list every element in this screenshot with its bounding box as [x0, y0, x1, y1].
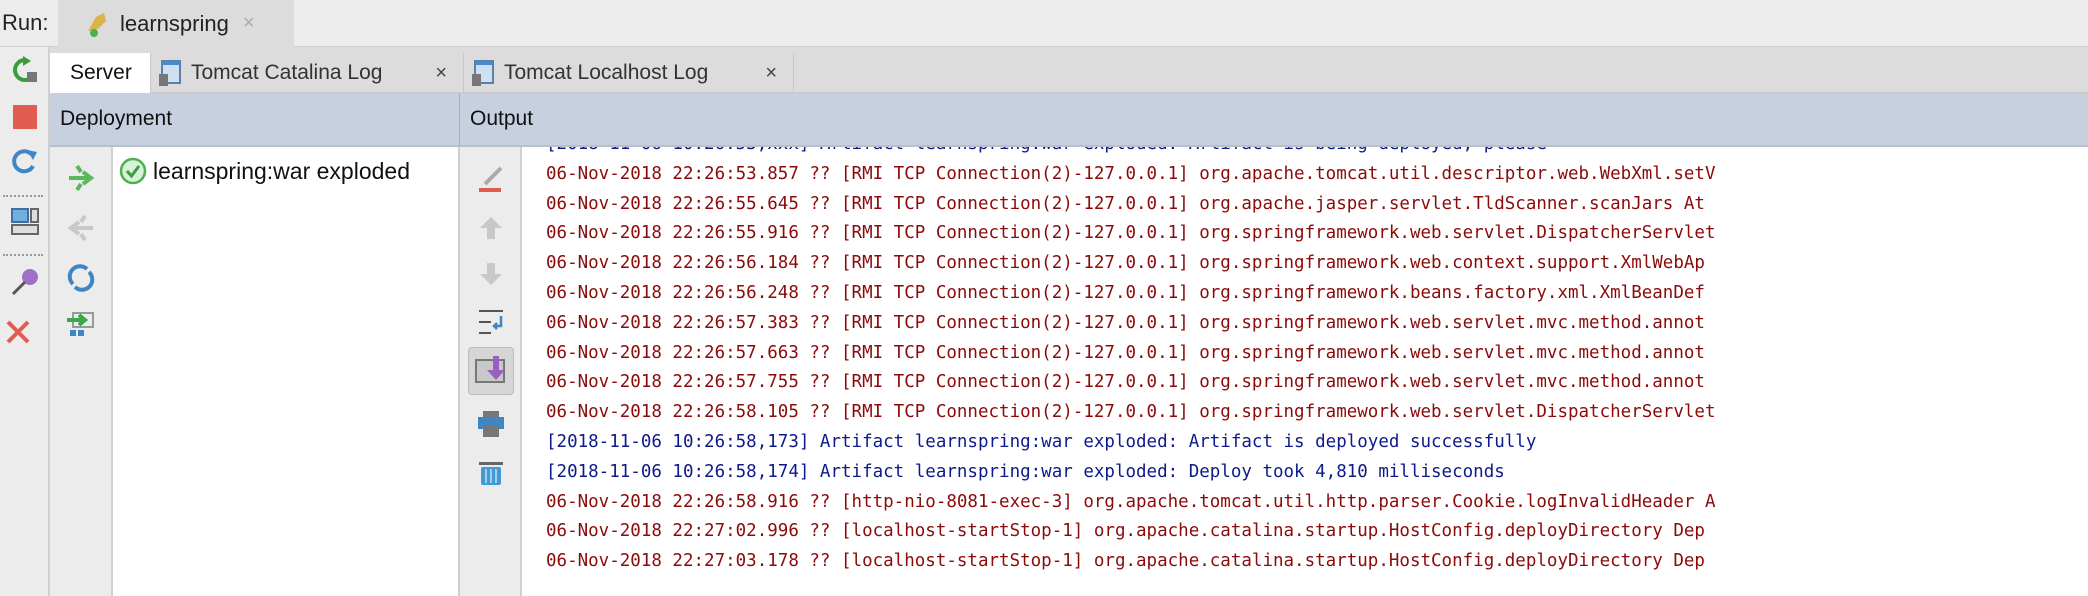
log-line: 06-Nov-2018 22:26:55.645 ?? [RMI TCP Con… [546, 193, 1705, 214]
log-line: [2018-11-06 10:26:58,174] Artifact learn… [546, 461, 1505, 482]
divider [3, 254, 43, 256]
down-arrow-icon [476, 259, 506, 289]
server-tabs: Server Tomcat Catalina Log × Tomcat Local… [50, 47, 2088, 93]
pin-icon[interactable] [10, 267, 40, 297]
update-icon[interactable] [10, 147, 40, 177]
run-label: Run: [2, 10, 49, 35]
rerun-icon[interactable] [10, 55, 40, 85]
scroll-to-end-button[interactable] [468, 347, 514, 395]
log-line: 06-Nov-2018 22:26:53.857 ?? [RMI TCP Con… [546, 163, 1716, 184]
close-icon[interactable]: × [435, 62, 447, 85]
deployment-tree: learnspring:war exploded [113, 147, 460, 596]
log-icon [159, 60, 181, 86]
console-output[interactable]: [2018-11-06 10:26:53,xxx] Artifact learn… [522, 147, 2088, 596]
output-header: Output [460, 93, 2088, 147]
tab-tomcat-localhost-log[interactable]: Tomcat Localhost Log × [464, 53, 794, 93]
deployment-item[interactable]: learnspring:war exploded [119, 157, 410, 185]
log-line: 06-Nov-2018 22:26:56.248 ?? [RMI TCP Con… [546, 282, 1705, 303]
log-line: [2018-11-06 10:26:58,173] Artifact learn… [546, 431, 1537, 452]
up-arrow-icon [476, 213, 506, 243]
tab-tomcat-catalina-log[interactable]: Tomcat Catalina Log × [151, 53, 464, 93]
log-line: 06-Nov-2018 22:26:57.663 ?? [RMI TCP Con… [546, 342, 1705, 363]
tab-label: Server [70, 61, 132, 84]
layout-icon[interactable] [10, 207, 40, 237]
undeploy-icon [66, 213, 96, 243]
run-toolbar: Run: learnspring × [0, 0, 2088, 47]
deploy-all-icon[interactable] [66, 310, 96, 340]
log-line: 06-Nov-2018 22:26:58.105 ?? [RMI TCP Con… [546, 402, 1716, 423]
soft-wrap-icon[interactable] [476, 307, 506, 337]
log-line: 06-Nov-2018 22:26:57.383 ?? [RMI TCP Con… [546, 312, 1705, 333]
log-line: 06-Nov-2018 22:27:02.996 ?? [localhost-s… [546, 521, 1705, 542]
deployment-header: Deployment [50, 93, 460, 147]
run-side-toolbar [0, 47, 50, 596]
deploy-icon[interactable] [66, 163, 96, 193]
scroll-to-end-icon [475, 356, 505, 383]
redeploy-icon[interactable] [66, 263, 96, 293]
tomcat-icon [88, 12, 106, 37]
deployment-item-label: learnspring:war exploded [153, 157, 410, 184]
run-tab-label: learnspring [120, 10, 229, 36]
log-icon [472, 60, 494, 86]
log-line: 06-Nov-2018 22:26:58.916 ?? [http-nio-80… [546, 491, 1716, 512]
stop-icon[interactable] [10, 102, 40, 132]
tab-label: Tomcat Localhost Log [504, 61, 709, 84]
log-line: 06-Nov-2018 22:26:55.916 ?? [RMI TCP Con… [546, 223, 1716, 244]
close-icon[interactable]: × [243, 12, 255, 35]
close-icon[interactable] [3, 317, 33, 347]
output-toolbar [460, 147, 522, 596]
console-lines: [2018-11-06 10:26:53,xxx] Artifact learn… [546, 147, 1715, 577]
run-tab-learnspring[interactable]: learnspring × [58, 0, 294, 47]
log-line: 06-Nov-2018 22:26:57.755 ?? [RMI TCP Con… [546, 372, 1705, 393]
divider [3, 195, 43, 197]
log-line: [2018-11-06 10:26:53,xxx] Artifact learn… [546, 147, 1715, 160]
print-icon[interactable] [476, 409, 506, 439]
clear-icon[interactable] [476, 165, 506, 195]
log-line: 06-Nov-2018 22:26:56.184 ?? [RMI TCP Con… [546, 253, 1705, 274]
deployment-toolbar [50, 147, 113, 596]
log-line: 06-Nov-2018 22:27:03.178 ?? [localhost-s… [546, 551, 1705, 572]
tab-label: Tomcat Catalina Log [191, 61, 383, 84]
close-icon[interactable]: × [765, 62, 777, 85]
tab-server[interactable]: Server [50, 53, 151, 93]
check-circle-icon [119, 157, 147, 185]
trash-icon[interactable] [476, 457, 506, 487]
